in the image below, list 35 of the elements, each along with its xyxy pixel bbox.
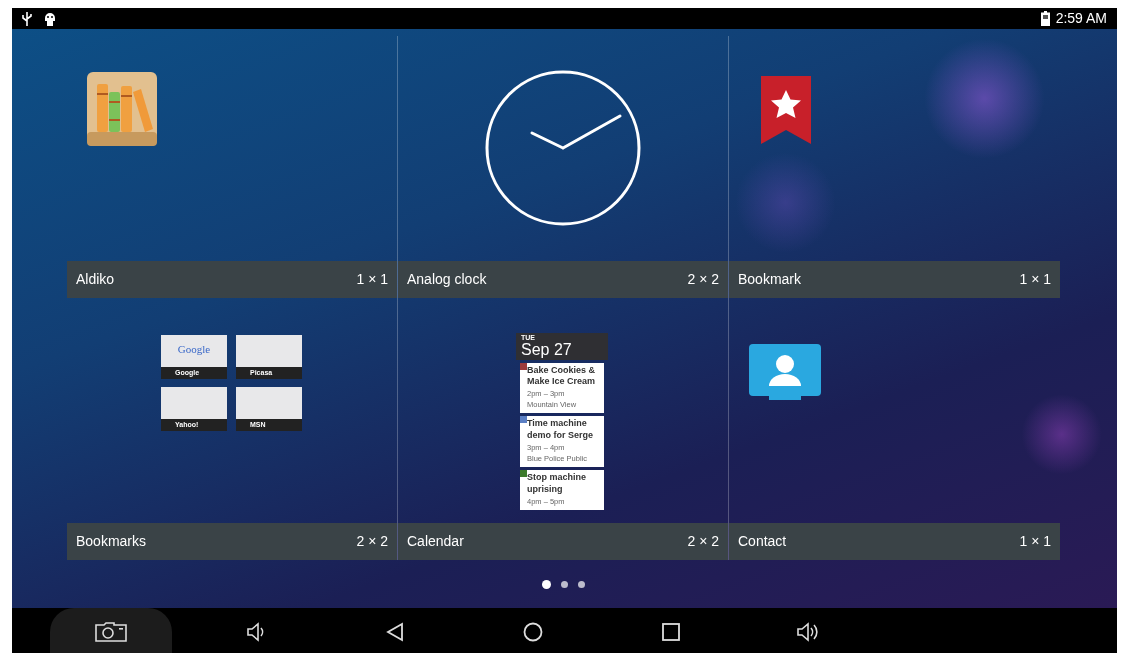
widget-name: Calendar xyxy=(407,532,464,551)
widget-name: Analog clock xyxy=(407,270,487,289)
back-icon xyxy=(386,622,404,642)
widget-size: 2 × 2 xyxy=(687,532,719,551)
widget-label-bar[interactable]: Calendar 2 × 2 xyxy=(398,523,728,560)
page-logo: Google xyxy=(176,342,212,357)
contact-icon xyxy=(749,344,821,400)
recents-icon xyxy=(662,623,680,641)
camera-icon xyxy=(95,622,127,642)
home-icon xyxy=(523,622,543,642)
battery-icon xyxy=(1040,11,1050,26)
widget-label-bar[interactable]: Bookmark 1 × 1 xyxy=(729,261,1060,298)
widget-name: Contact xyxy=(738,532,787,551)
screenshot-button[interactable] xyxy=(50,608,172,653)
widget-name: Aldiko xyxy=(76,270,115,289)
calendar-date: Sep 27 xyxy=(521,341,573,359)
widget-size: 1 × 1 xyxy=(1019,532,1051,551)
widget-label-bar[interactable]: Aldiko 1 × 1 xyxy=(67,261,397,298)
widget-label-bar[interactable]: Analog clock 2 × 2 xyxy=(398,261,728,298)
widget-size: 2 × 2 xyxy=(356,532,388,551)
widget-name: Bookmarks xyxy=(76,532,147,551)
event-title: Bake Cookies & Make Ice Cream xyxy=(527,364,597,388)
widget-size: 2 × 2 xyxy=(687,270,719,289)
widget-label-bar[interactable]: Bookmarks 2 × 2 xyxy=(67,523,397,560)
bookmark-icon xyxy=(761,76,811,144)
widget-label-bar[interactable]: Contact 1 × 1 xyxy=(729,523,1060,560)
clock-time: 2:59 AM xyxy=(1055,9,1107,28)
widget-size: 1 × 1 xyxy=(1019,270,1051,289)
widget-size: 1 × 1 xyxy=(356,270,388,289)
usb-icon xyxy=(22,11,32,26)
widget-name: Bookmark xyxy=(738,270,802,289)
books-icon xyxy=(87,72,157,146)
android-icon xyxy=(44,11,56,26)
event-title: Stop machine uprising xyxy=(527,472,587,496)
event-title: Time machine demo for Serge xyxy=(527,418,594,442)
